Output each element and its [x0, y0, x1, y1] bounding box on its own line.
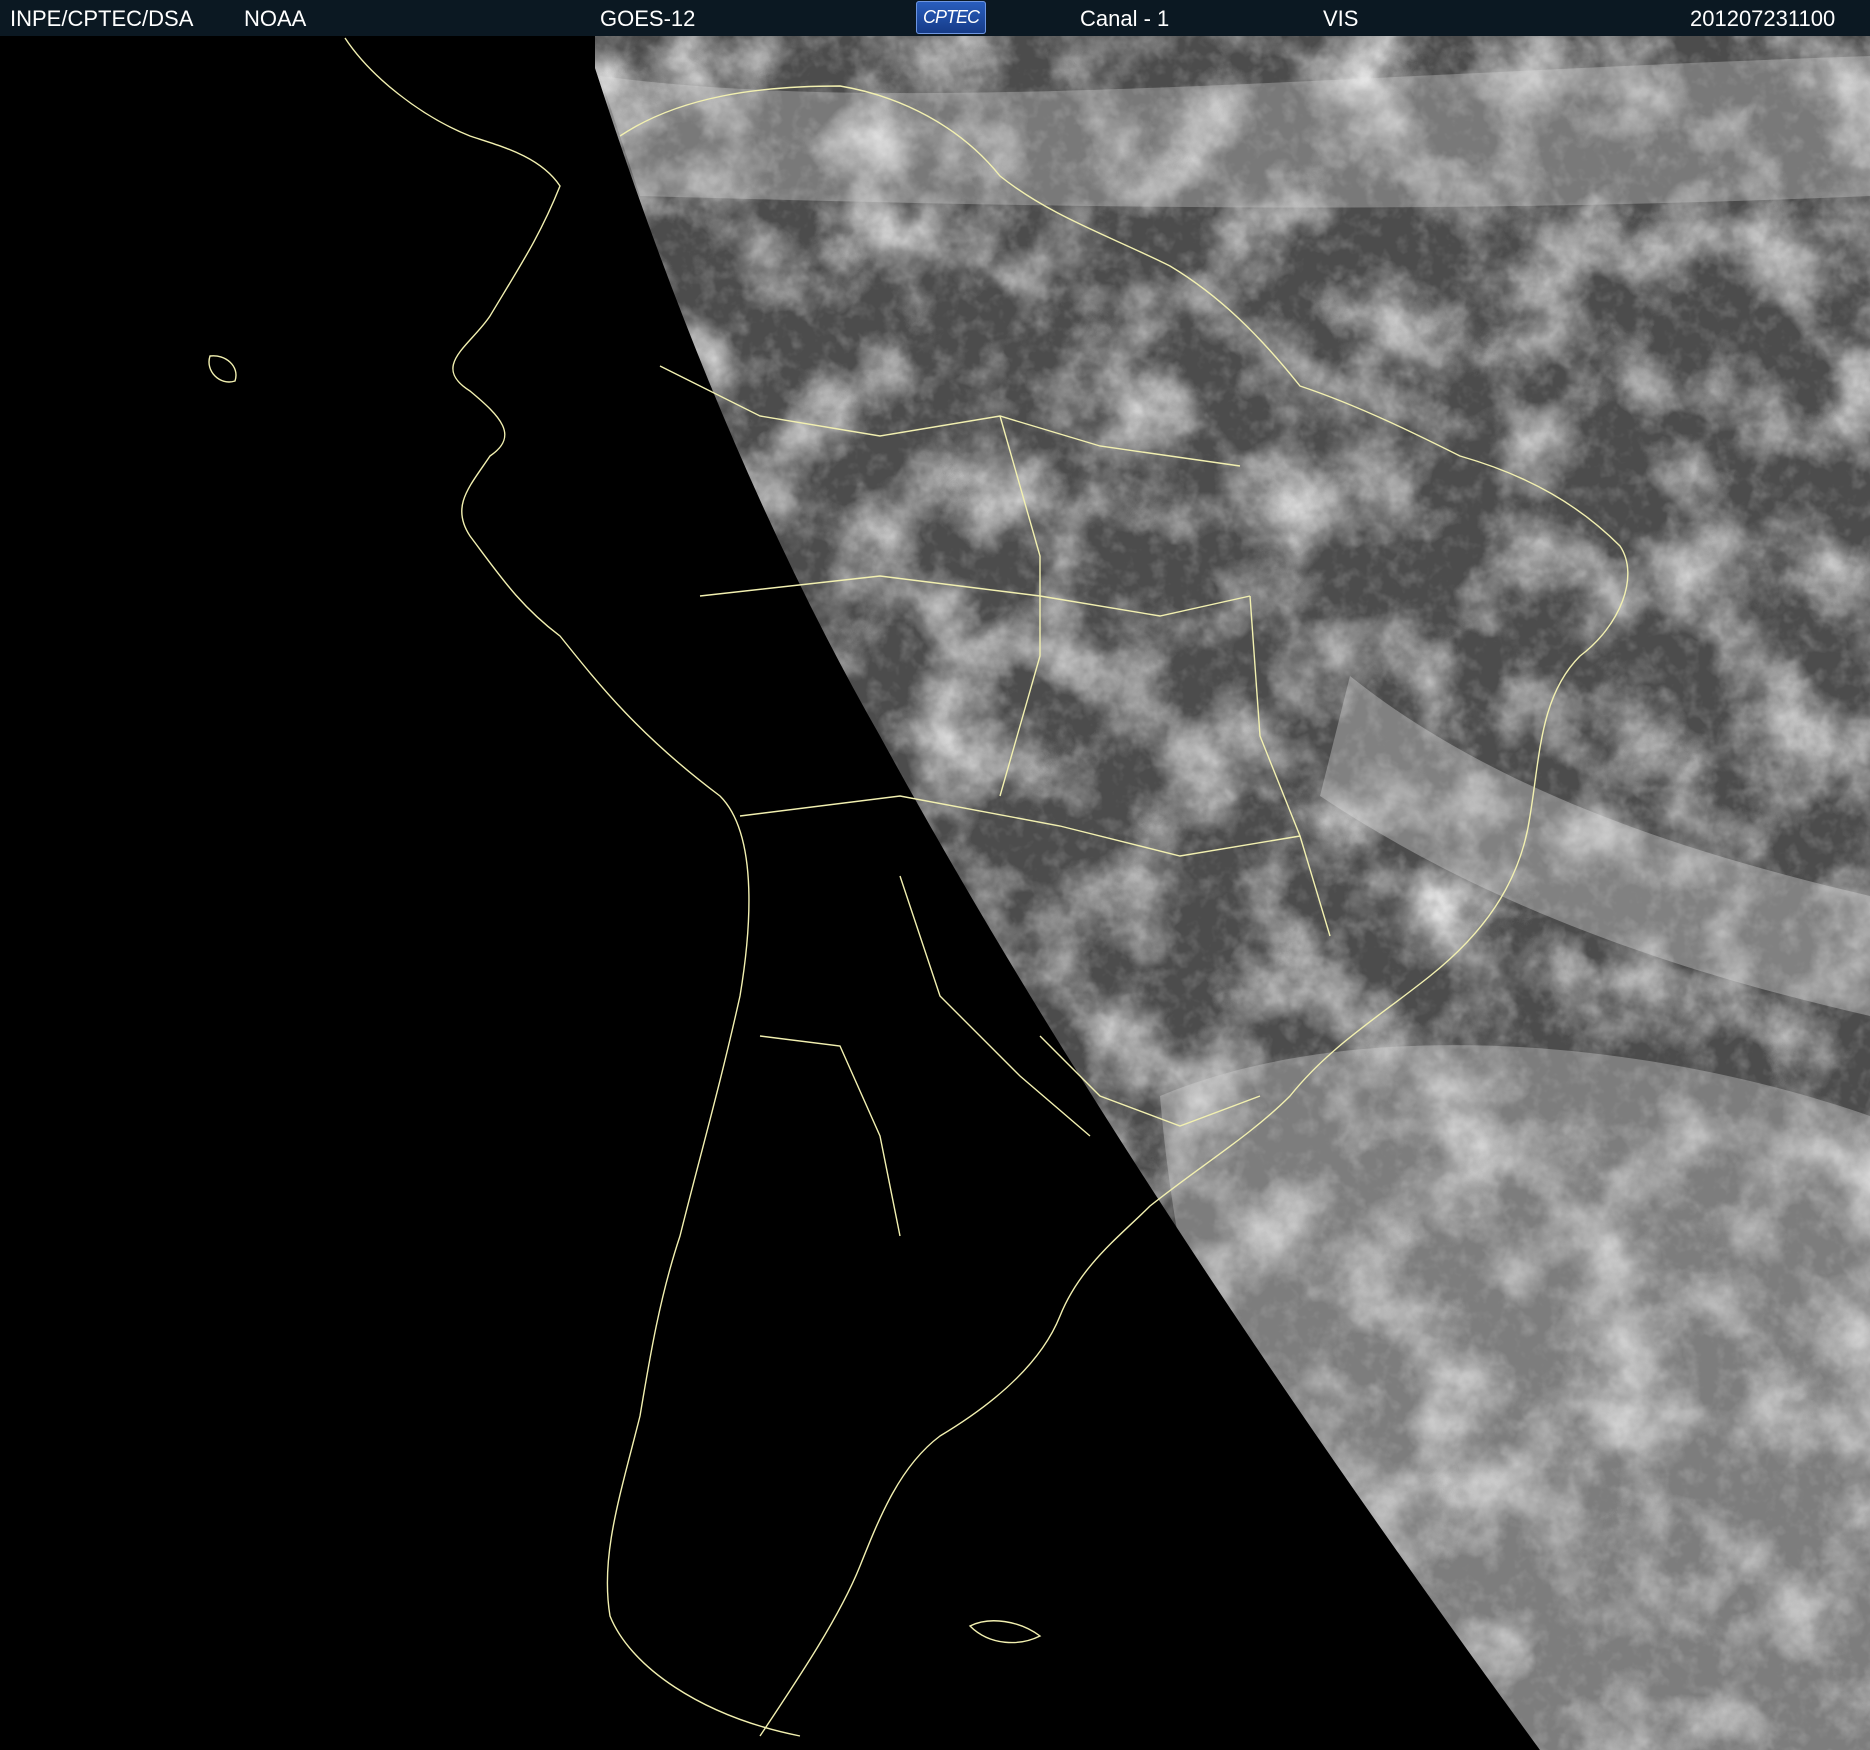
source-label: INPE/CPTEC/DSA: [10, 6, 194, 31]
image-header-bar: INPE/CPTEC/DSA NOAA GOES-12 CPTEC Canal …: [0, 0, 1870, 36]
satellite-map: [0, 36, 1870, 1750]
cptec-logo: CPTEC: [916, 1, 986, 34]
timestamp-label: 201207231100: [1690, 6, 1836, 31]
band-label: VIS: [1323, 6, 1359, 31]
channel-label: Canal - 1: [1080, 6, 1170, 31]
satellite-label: GOES-12: [600, 6, 696, 31]
agency-label: NOAA: [244, 6, 307, 31]
